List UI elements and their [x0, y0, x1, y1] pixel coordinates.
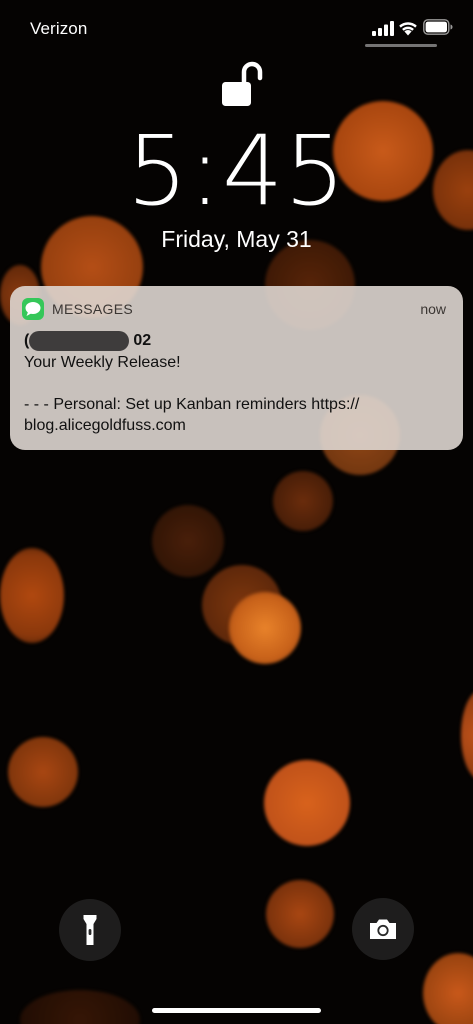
notification-time: now [420, 301, 446, 317]
notification-app-name: MESSAGES [52, 301, 133, 317]
redacted-phone-number [29, 331, 130, 351]
wallpaper-bokeh [273, 471, 333, 531]
home-indicator[interactable] [152, 1008, 321, 1013]
flashlight-icon [83, 915, 97, 945]
notification-body-line: - - - Personal: Set up Kanban reminders … [24, 396, 360, 413]
wallpaper-bokeh [8, 737, 78, 807]
battery-icon [423, 19, 453, 35]
camera-icon [370, 919, 396, 939]
status-bar: Verizon [0, 0, 473, 60]
wifi-icon [399, 22, 417, 36]
sender-suffix: 02 [133, 332, 152, 349]
flashlight-button[interactable] [59, 899, 121, 961]
wallpaper-bokeh [264, 760, 350, 846]
control-center-grabber[interactable] [365, 44, 437, 47]
notification-body: Your Weekly Release! - - - Personal: Set… [24, 352, 454, 436]
wallpaper-bokeh [0, 548, 64, 643]
notification-body-spacer [24, 373, 454, 394]
wallpaper-bokeh [266, 880, 334, 948]
notification-body-line: Your Weekly Release! [24, 354, 181, 371]
carrier-name: Verizon [30, 19, 88, 38]
lock-screen-date: Friday, May 31 [161, 226, 312, 252]
camera-button[interactable] [352, 898, 414, 960]
lock-screen-time: 5:45 [126, 115, 347, 227]
wallpaper-bokeh [423, 953, 473, 1024]
unlocked-padlock-icon [222, 61, 263, 106]
messages-notification[interactable]: MESSAGES now ( 02 Your Weekly Release! -… [10, 286, 463, 450]
notification-sender: ( 02 [24, 330, 151, 352]
lock-screen: Verizon 5:45 Friday, May 31 MESSAGES now… [0, 0, 473, 1024]
wallpaper-bokeh [152, 505, 224, 577]
messages-icon [22, 298, 44, 320]
wallpaper-bokeh [461, 690, 473, 780]
wallpaper-bokeh [229, 592, 301, 664]
notification-body-line: blog.alicegoldfuss.com [24, 417, 186, 434]
wallpaper-bokeh [20, 990, 140, 1024]
cellular-signal-icon [372, 21, 394, 36]
